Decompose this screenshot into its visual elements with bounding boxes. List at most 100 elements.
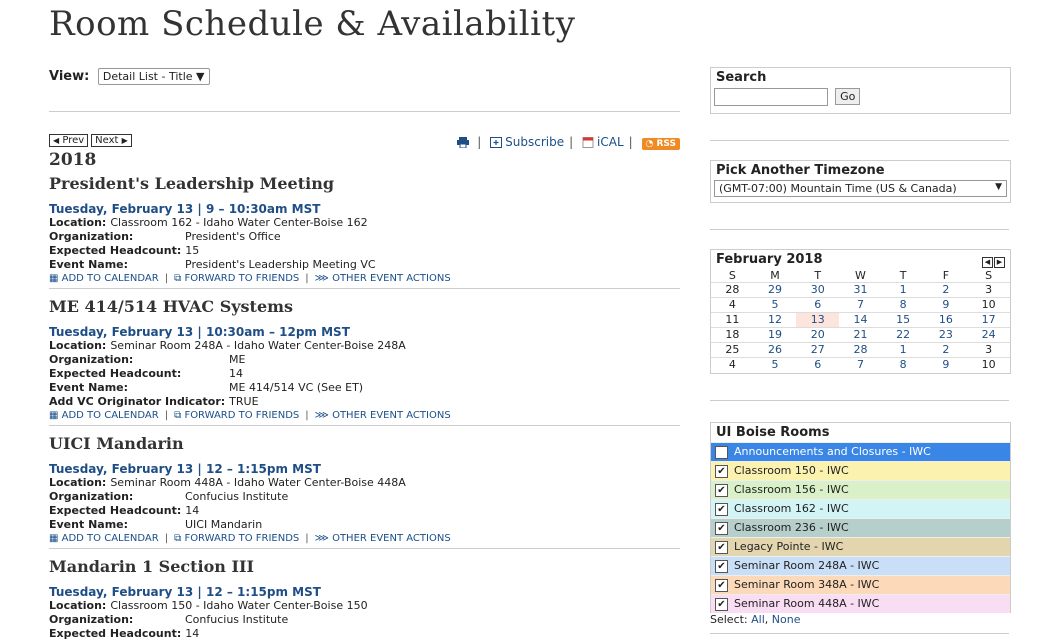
add-to-calendar-link[interactable]: ADD TO CALENDAR: [62, 533, 159, 544]
calendar-day[interactable]: 30: [796, 282, 840, 298]
rss-icon: ◔: [645, 139, 654, 149]
calendar-prev-icon[interactable]: ◀: [982, 257, 993, 268]
event-date[interactable]: Tuesday, February 13 | 12 – 1:15pm MST: [49, 462, 680, 476]
calendar-day[interactable]: 23: [924, 327, 968, 343]
calendar-day[interactable]: 7: [839, 357, 882, 372]
calendar-day[interactable]: 8: [881, 357, 925, 372]
calendar-day[interactable]: 5: [753, 357, 797, 372]
calendar-day[interactable]: 27: [796, 342, 840, 358]
triangle-left-icon: ◀: [53, 136, 60, 145]
event-divider: [49, 288, 680, 289]
event-date[interactable]: Tuesday, February 13 | 12 – 1:15pm MST: [49, 585, 680, 599]
timezone-select[interactable]: (GMT-07:00) Mountain Time (US & Canada) ▼: [714, 180, 1007, 197]
event-field-key: Organization:: [49, 613, 134, 626]
room-filter-item[interactable]: ✔ Classroom 156 - IWC: [711, 480, 1010, 499]
room-filter-item[interactable]: ✔ Seminar Room 348A - IWC: [711, 575, 1010, 594]
forward-to-friends-link[interactable]: FORWARD TO FRIENDS: [184, 273, 299, 284]
event-field: Organization: Confucius Institute: [49, 490, 680, 504]
subscribe-link[interactable]: Subscribe: [505, 135, 564, 149]
calendar-day[interactable]: 14: [839, 312, 882, 328]
rss-link[interactable]: ◔ RSS: [641, 138, 680, 150]
weekday-header: T: [899, 269, 907, 282]
event-field-value: President's Office: [185, 230, 281, 243]
calendar-day[interactable]: 6: [796, 357, 840, 372]
calendar-day[interactable]: 28: [839, 342, 882, 358]
checkbox-checked-icon[interactable]: ✔: [715, 578, 728, 592]
event-field-key: Event Name:: [49, 518, 129, 531]
room-filter-item[interactable]: ✔ Classroom 162 - IWC: [711, 499, 1010, 518]
view-select[interactable]: Detail List - Title ▼: [97, 68, 210, 85]
room-filter-item[interactable]: ✔ Legacy Pointe - IWC: [711, 537, 1010, 556]
other-event-actions-link[interactable]: OTHER EVENT ACTIONS: [332, 533, 451, 544]
calendar-day[interactable]: 9: [924, 297, 968, 313]
next-button[interactable]: Next ▶: [91, 134, 132, 147]
event-field-value: 14: [185, 627, 200, 640]
calendar-day[interactable]: 24: [967, 327, 1010, 343]
select-all-link[interactable]: All: [751, 613, 765, 626]
checkbox-checked-icon[interactable]: ✔: [715, 540, 728, 554]
calendar-day[interactable]: 16: [924, 312, 968, 328]
event-title[interactable]: Mandarin 1 Section III: [49, 557, 680, 576]
room-label: Announcements and Closures - IWC: [734, 445, 931, 458]
calendar-add-icon: ▦: [49, 410, 59, 421]
event-title[interactable]: President's Leadership Meeting: [49, 174, 680, 193]
other-event-actions-link[interactable]: OTHER EVENT ACTIONS: [332, 273, 451, 284]
checkbox-checked-icon[interactable]: ✔: [715, 502, 728, 516]
checkbox-checked-icon[interactable]: ✔: [715, 464, 728, 478]
calendar-day[interactable]: 2: [924, 342, 968, 358]
calendar-day[interactable]: 31: [839, 282, 882, 298]
print-icon[interactable]: [457, 137, 470, 148]
prev-button[interactable]: ◀ Prev: [49, 134, 89, 147]
ical-icon: [582, 137, 594, 148]
event-item: President's Leadership Meeting Tuesday, F…: [49, 174, 680, 289]
calendar-day[interactable]: 19: [753, 327, 797, 343]
event-title[interactable]: ME 414/514 HVAC Systems: [49, 297, 680, 316]
select-none-link[interactable]: None: [772, 613, 801, 626]
calendar-day[interactable]: 8: [881, 297, 925, 313]
checkbox-checked-icon[interactable]: ✔: [715, 445, 728, 459]
calendar-day[interactable]: 9: [924, 357, 968, 372]
checkbox-checked-icon[interactable]: ✔: [715, 483, 728, 497]
event-title[interactable]: UICI Mandarin: [49, 434, 680, 453]
checkbox-checked-icon[interactable]: ✔: [715, 597, 728, 611]
calendar-day[interactable]: 6: [796, 297, 840, 313]
other-actions-icon: ⋙: [314, 533, 329, 544]
event-date[interactable]: Tuesday, February 13 | 10:30am – 12pm MS…: [49, 325, 680, 339]
calendar-day[interactable]: 20: [796, 327, 840, 343]
calendar-day[interactable]: 1: [881, 342, 925, 358]
calendar-day[interactable]: 22: [881, 327, 925, 343]
calendar-day[interactable]: 29: [753, 282, 797, 298]
calendar-day[interactable]: 13: [796, 312, 840, 328]
room-filter-item[interactable]: ✔ Seminar Room 448A - IWC: [711, 594, 1010, 613]
calendar-day[interactable]: 5: [753, 297, 797, 313]
calendar-add-icon: ▦: [49, 273, 59, 284]
calendar-next-icon[interactable]: ▶: [994, 257, 1005, 268]
event-divider: [49, 425, 680, 426]
forward-to-friends-link[interactable]: FORWARD TO FRIENDS: [184, 533, 299, 544]
room-label: Classroom 162 - IWC: [734, 502, 849, 515]
add-to-calendar-link[interactable]: ADD TO CALENDAR: [62, 273, 159, 284]
next-label: Next: [95, 135, 119, 146]
checkbox-checked-icon[interactable]: ✔: [715, 521, 728, 535]
room-filter-item[interactable]: ✔ Announcements and Closures - IWC: [711, 442, 1010, 461]
forward-to-friends-link[interactable]: FORWARD TO FRIENDS: [184, 410, 299, 421]
calendar-day[interactable]: 15: [881, 312, 925, 328]
calendar-day[interactable]: 7: [839, 297, 882, 313]
search-input[interactable]: [714, 87, 828, 106]
add-to-calendar-link[interactable]: ADD TO CALENDAR: [62, 410, 159, 421]
ical-link[interactable]: iCAL: [597, 135, 624, 149]
event-field: Location: Classroom 162 - Idaho Water Cen…: [49, 216, 680, 230]
event-date[interactable]: Tuesday, February 13 | 9 – 10:30am MST: [49, 202, 680, 216]
calendar-day[interactable]: 1: [881, 282, 925, 298]
room-filter-item[interactable]: ✔ Seminar Room 248A - IWC: [711, 556, 1010, 575]
calendar-day[interactable]: 21: [839, 327, 882, 343]
room-filter-item[interactable]: ✔ Classroom 236 - IWC: [711, 518, 1010, 537]
room-filter-item[interactable]: ✔ Classroom 150 - IWC: [711, 461, 1010, 480]
calendar-day[interactable]: 2: [924, 282, 968, 298]
other-event-actions-link[interactable]: OTHER EVENT ACTIONS: [332, 410, 451, 421]
checkbox-checked-icon[interactable]: ✔: [715, 559, 728, 573]
calendar-day[interactable]: 12: [753, 312, 797, 328]
go-button[interactable]: Go: [835, 88, 861, 105]
calendar-day[interactable]: 26: [753, 342, 797, 358]
calendar-day[interactable]: 17: [967, 312, 1010, 328]
